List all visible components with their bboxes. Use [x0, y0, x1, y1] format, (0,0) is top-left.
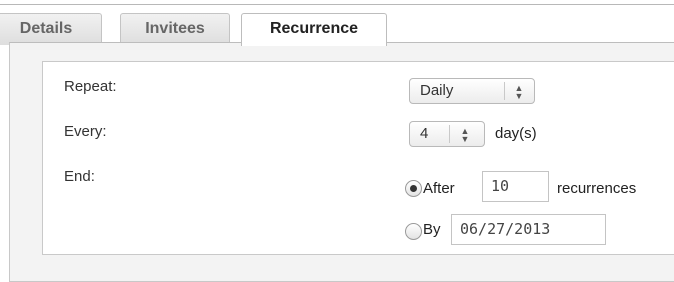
recurrence-dialog: Details Invitees Recurrence Repeat: Ever… [0, 0, 674, 282]
tab-invitees[interactable]: Invitees [120, 13, 230, 45]
end-after-radio[interactable] [405, 180, 422, 197]
end-by-label: By [423, 221, 441, 238]
end-after-label: After [423, 180, 455, 197]
end-after-count-input[interactable]: 10 [482, 171, 549, 202]
repeat-label: Repeat: [64, 78, 117, 95]
tab-details[interactable]: Details [0, 13, 102, 45]
up-down-arrows-icon: ▲ ▼ [514, 83, 524, 101]
tab-recurrence[interactable]: Recurrence [241, 13, 387, 46]
every-select-value: 4 [420, 125, 429, 142]
repeat-select-value: Daily [420, 82, 454, 99]
end-after-count-value: 10 [491, 177, 510, 195]
radio-selected-icon [410, 185, 417, 192]
repeat-select-separator [504, 82, 505, 100]
every-label: Every: [64, 123, 107, 140]
tab-strip: Details Invitees Recurrence [0, 4, 674, 46]
tab-invitees-label: Invitees [145, 20, 205, 37]
recurrence-form: Repeat: Every: End: Daily ▲ ▼ 4 ▲ ▼ day(s)… [42, 61, 674, 255]
up-down-arrows-icon: ▲ ▼ [460, 126, 470, 144]
end-after-unit: recurrences [557, 180, 637, 197]
repeat-select[interactable]: Daily ▲ ▼ [409, 78, 535, 104]
every-select[interactable]: 4 ▲ ▼ [409, 121, 485, 147]
tab-recurrence-label: Recurrence [269, 20, 359, 37]
end-by-radio[interactable] [405, 223, 422, 240]
end-by-date-value: 06/27/2013 [460, 220, 551, 238]
recurrence-panel: Repeat: Every: End: Daily ▲ ▼ 4 ▲ ▼ day(s)… [9, 42, 674, 282]
end-label: End: [64, 168, 95, 185]
end-by-date-input[interactable]: 06/27/2013 [451, 214, 606, 245]
tab-details-label: Details [19, 20, 73, 37]
every-select-separator [449, 125, 450, 143]
every-unit: day(s) [495, 125, 537, 142]
